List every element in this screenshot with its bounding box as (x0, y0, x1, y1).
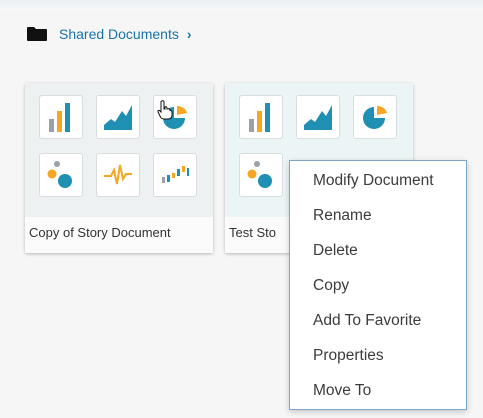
menu-item-add-to-favorite[interactable]: Add To Favorite (290, 304, 466, 338)
chevron-right-icon: › (186, 26, 192, 42)
breadcrumb: Shared Documents › (27, 24, 192, 44)
area-chart-icon (96, 95, 140, 139)
hand-cursor-icon (157, 100, 173, 120)
menu-item-properties[interactable]: Properties (290, 339, 466, 373)
menu-item-move-to[interactable]: Move To (290, 374, 466, 408)
area-chart-icon (296, 95, 340, 139)
breadcrumb-shared-documents[interactable]: Shared Documents (59, 26, 179, 42)
menu-item-modify-document[interactable]: Modify Document (290, 164, 466, 198)
context-menu: Modify Document Rename Delete Copy Add T… (289, 160, 467, 410)
top-bar (0, 0, 483, 10)
bubble-chart-icon (239, 153, 283, 197)
bubble-chart-icon (39, 153, 83, 197)
bar-chart-icon (239, 95, 283, 139)
document-card[interactable]: Copy of Story Document (25, 83, 213, 253)
menu-item-delete[interactable]: Delete (290, 234, 466, 268)
bar-chart-icon (39, 95, 83, 139)
pie-chart-icon (353, 95, 397, 139)
line-pulse-icon (96, 153, 140, 197)
waterfall-chart-icon (153, 153, 197, 197)
menu-item-copy[interactable]: Copy (290, 269, 466, 303)
document-thumbnails (25, 83, 213, 217)
folder-icon (27, 27, 47, 41)
menu-item-rename[interactable]: Rename (290, 199, 466, 233)
document-title: Copy of Story Document (25, 217, 213, 253)
